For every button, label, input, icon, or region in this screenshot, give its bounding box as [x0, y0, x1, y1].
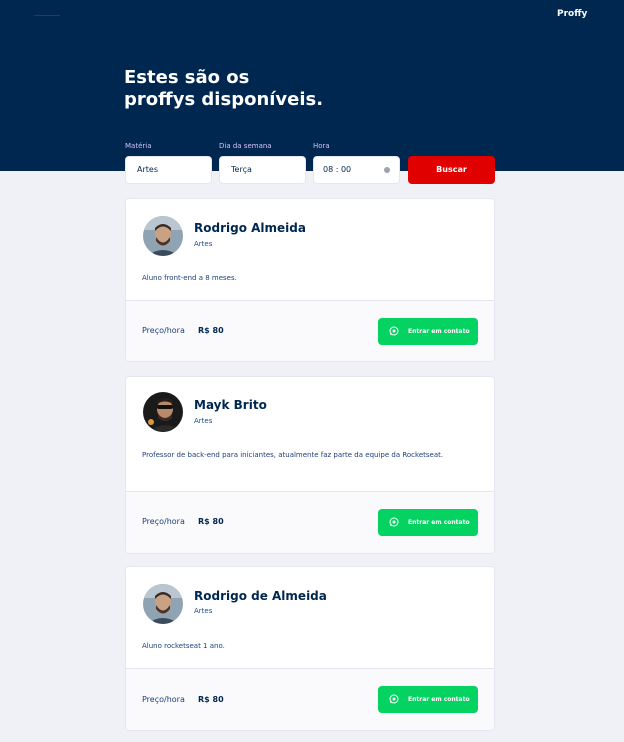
teacher-name: Mayk Brito [194, 398, 267, 412]
price-label: Preço/hora [142, 326, 185, 335]
teacher-bio: Aluno rocketseat 1 ano. [142, 642, 225, 650]
contact-button[interactable]: Entrar em contato [378, 686, 478, 713]
price-label: Preço/hora [142, 517, 185, 526]
contact-button[interactable]: Entrar em contato [378, 509, 478, 536]
weekday-label: Dia da semana [219, 142, 272, 150]
teacher-card: Rodrigo de Almeida Artes Aluno rocketsea… [125, 566, 495, 731]
price-value: R$ 80 [198, 326, 224, 335]
price-value: R$ 80 [198, 695, 224, 704]
time-value: 08 : 00 [323, 165, 352, 174]
contact-button[interactable]: Entrar em contato [378, 318, 478, 345]
page-header: Proffy Estes são os proffys disponíveis. [0, 0, 624, 171]
teacher-name: Rodrigo de Almeida [194, 589, 327, 603]
page-title: Estes são os proffys disponíveis. [124, 67, 424, 111]
logo: Proffy [557, 9, 588, 19]
card-footer: Preço/hora R$ 80 Entrar em contato [126, 491, 494, 553]
price-value: R$ 80 [198, 517, 224, 526]
whatsapp-icon [389, 517, 399, 527]
teacher-card: Rodrigo Almeida Artes Aluno front-end a … [125, 198, 495, 362]
time-label: Hora [313, 142, 330, 150]
weekday-select[interactable]: Terça [219, 156, 306, 184]
avatar [143, 392, 183, 432]
teacher-subject: Artes [194, 240, 213, 248]
subject-label: Matéria [125, 142, 152, 150]
clock-icon[interactable] [384, 167, 390, 173]
card-footer: Preço/hora R$ 80 Entrar em contato [126, 668, 494, 730]
time-input[interactable]: 08 : 00 [313, 156, 400, 184]
teacher-subject: Artes [194, 417, 213, 425]
teacher-subject: Artes [194, 607, 213, 615]
price-label: Preço/hora [142, 695, 185, 704]
page-title-line-1: Estes são os [124, 67, 250, 88]
whatsapp-icon [389, 694, 399, 704]
teacher-name: Rodrigo Almeida [194, 221, 306, 235]
whatsapp-icon [389, 326, 399, 336]
avatar [143, 216, 183, 256]
teacher-bio: Professor de back-end para iniciantes, a… [142, 451, 444, 459]
subject-value: Artes [137, 165, 158, 174]
subject-select[interactable]: Artes [125, 156, 212, 184]
page-title-line-2: proffys disponíveis. [124, 89, 324, 110]
teacher-card: Mayk Brito Artes Professor de back-end p… [125, 376, 495, 554]
contact-button-label: Entrar em contato [408, 519, 470, 526]
back-button[interactable] [34, 12, 60, 18]
card-footer: Preço/hora R$ 80 Entrar em contato [126, 300, 494, 361]
teacher-bio: Aluno front-end a 8 meses. [142, 274, 237, 282]
contact-button-label: Entrar em contato [408, 328, 470, 335]
back-arrow-icon [34, 15, 60, 16]
avatar [143, 584, 183, 624]
contact-button-label: Entrar em contato [408, 696, 470, 703]
weekday-value: Terça [231, 165, 252, 174]
search-button[interactable]: Buscar [408, 156, 495, 184]
